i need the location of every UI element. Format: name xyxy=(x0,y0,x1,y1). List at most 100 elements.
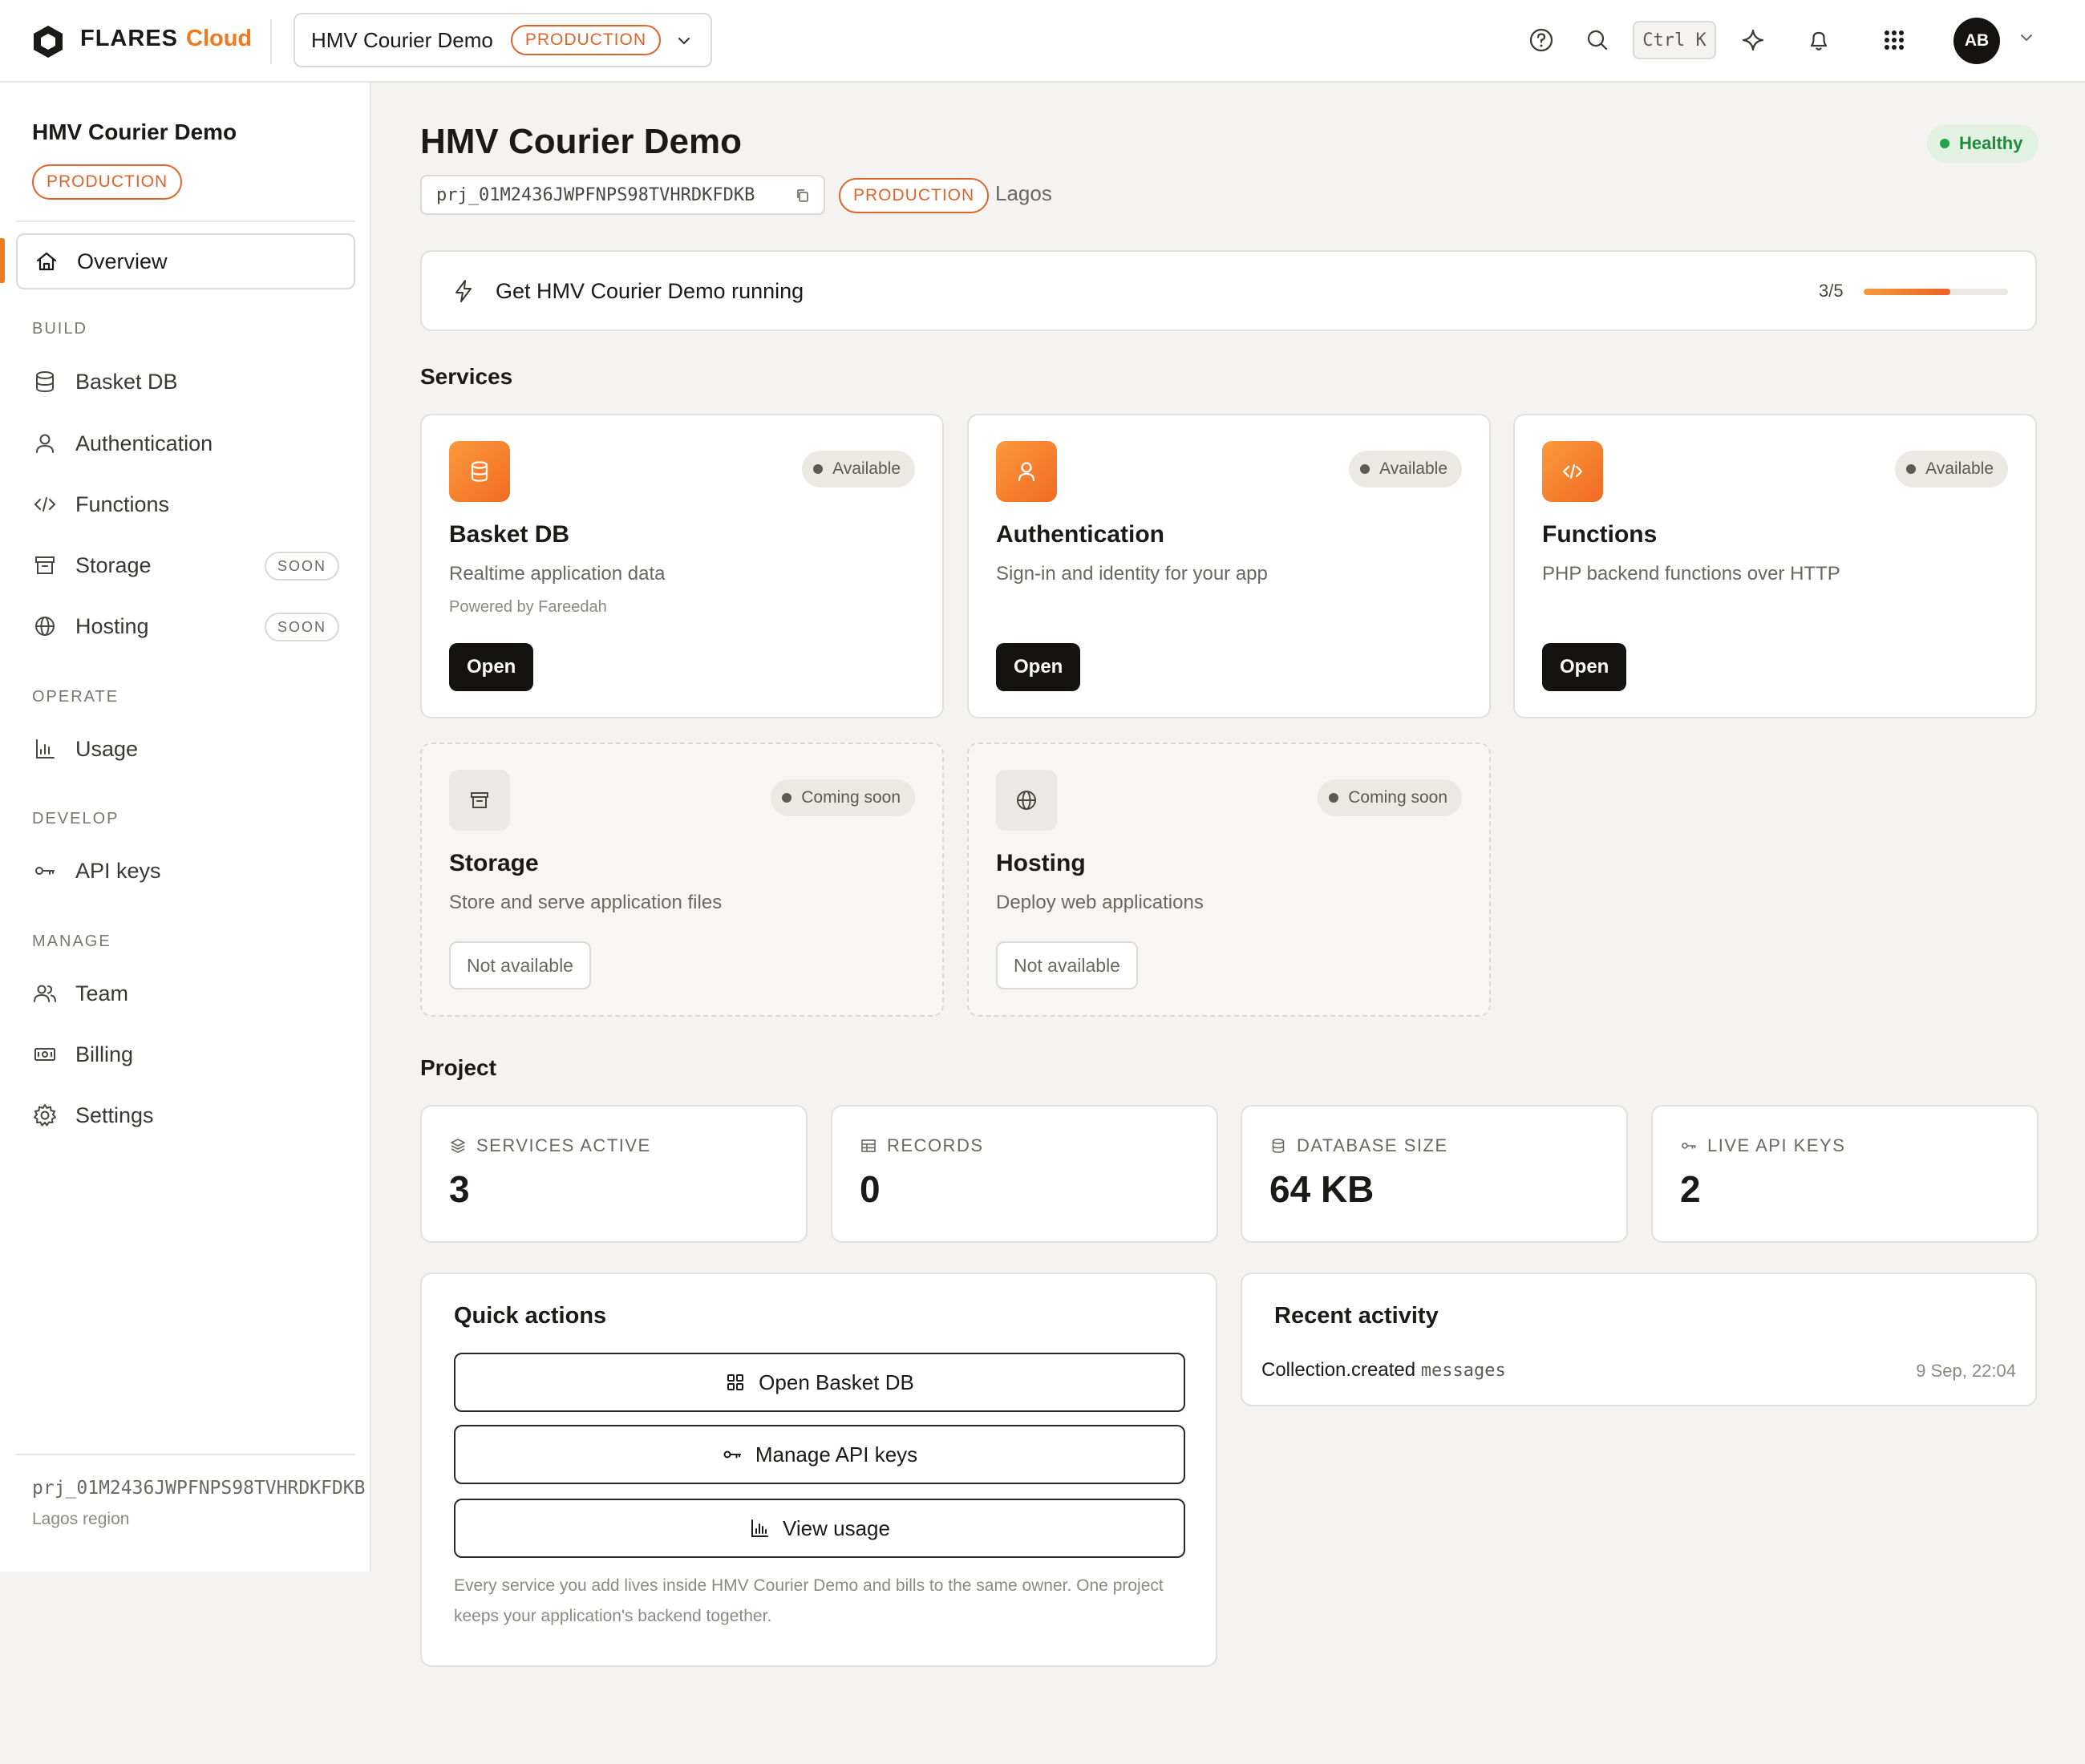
sidebar-item-hosting[interactable]: Hosting SOON xyxy=(16,598,355,654)
sidebar-item-api-keys[interactable]: API keys xyxy=(16,843,355,899)
bar-chart-icon xyxy=(751,1519,769,1537)
sidebar-divider xyxy=(16,220,355,222)
activity-timestamp: 9 Sep, 22:04 xyxy=(1916,1361,2016,1381)
service-name: Authentication xyxy=(996,521,1164,548)
activity-target: messages xyxy=(1420,1361,1506,1381)
database-icon xyxy=(1272,1139,1285,1153)
sidebar-item-label: Usage xyxy=(75,736,139,761)
chevron-down-icon xyxy=(678,37,690,45)
globe-icon xyxy=(1017,791,1036,810)
onboarding-banner[interactable]: Get HMV Courier Demo running 3/5 xyxy=(420,250,2037,331)
archive-icon xyxy=(35,556,55,574)
sidebar-region: Lagos region xyxy=(32,1510,130,1528)
sidebar-footer-divider xyxy=(16,1454,355,1455)
sidebar-item-basket-db[interactable]: Basket DB xyxy=(16,354,355,410)
status-dot xyxy=(1360,464,1370,474)
open-basket-db-button[interactable]: Open xyxy=(449,643,534,691)
status-label: Available xyxy=(1379,459,1447,478)
flares-logo-icon[interactable] xyxy=(30,24,66,59)
sidebar: HMV Courier Demo PRODUCTION Overview BUI… xyxy=(0,83,371,1572)
help-icon[interactable] xyxy=(1527,26,1556,55)
sidebar-section-build: BUILD xyxy=(32,320,87,338)
layers-icon xyxy=(451,1139,465,1153)
status-badge: Coming soon xyxy=(771,779,915,816)
stat-value: 64 KB xyxy=(1269,1168,1374,1210)
project-id-chip[interactable]: prj_01M2436JWPFNPS98TVHRDKFDKB xyxy=(420,175,825,215)
active-indicator xyxy=(0,238,5,283)
bell-icon[interactable] xyxy=(1804,26,1833,55)
activity-item[interactable]: Collection.created messages xyxy=(1261,1359,1506,1382)
service-description: Realtime application data xyxy=(449,563,666,585)
table-icon xyxy=(861,1139,876,1152)
not-available-button: Not available xyxy=(449,941,591,989)
stat-value: 3 xyxy=(449,1168,470,1210)
sidebar-item-label: Team xyxy=(75,981,129,1005)
quick-actions-panel: Quick actions Open Basket DB Manage API … xyxy=(420,1272,1217,1667)
health-dot xyxy=(1940,139,1949,148)
chevron-down-icon[interactable] xyxy=(2018,29,2035,47)
avatar[interactable]: AB xyxy=(1953,18,2000,64)
sidebar-item-storage[interactable]: Storage SOON xyxy=(16,537,355,593)
database-icon xyxy=(36,371,54,393)
status-dot xyxy=(813,464,824,474)
service-description: PHP backend functions over HTTP xyxy=(1542,563,1840,585)
sidebar-item-label: Overview xyxy=(77,249,168,273)
stat-label: LIVE API KEYS xyxy=(1680,1135,1845,1156)
service-icon xyxy=(449,770,510,831)
sidebar-item-functions[interactable]: Functions xyxy=(16,476,355,532)
view-usage-action[interactable]: View usage xyxy=(454,1499,1185,1558)
sparkle-icon[interactable] xyxy=(1739,26,1767,55)
command-shortcut[interactable]: Ctrl K xyxy=(1633,21,1716,59)
service-name: Storage xyxy=(449,850,539,876)
user-icon xyxy=(36,434,54,453)
manage-api-keys-action[interactable]: Manage API keys xyxy=(454,1425,1185,1484)
sidebar-item-authentication[interactable]: Authentication xyxy=(16,415,355,471)
project-switcher[interactable]: HMV Courier Demo PRODUCTION xyxy=(294,13,712,67)
code-icon xyxy=(1562,463,1583,479)
service-card-hosting: Coming soon Hosting Deploy web applicati… xyxy=(967,742,1491,1017)
activity-event: Collection.created xyxy=(1261,1359,1416,1381)
team-icon xyxy=(34,985,56,1002)
environment-badge: PRODUCTION xyxy=(510,25,661,55)
sidebar-item-team[interactable]: Team xyxy=(16,965,355,1022)
not-available-button: Not available xyxy=(996,941,1138,989)
service-name: Basket DB xyxy=(449,521,570,548)
environment-badge: PRODUCTION xyxy=(839,178,990,213)
service-icon xyxy=(996,770,1057,831)
database-icon xyxy=(471,461,488,482)
search-icon[interactable] xyxy=(1583,26,1612,55)
soon-badge: SOON xyxy=(264,613,339,641)
stat-label-text: DATABASE SIZE xyxy=(1297,1135,1448,1155)
open-basket-db-action[interactable]: Open Basket DB xyxy=(454,1353,1185,1412)
health-badge: Healthy xyxy=(1927,124,2039,163)
stat-value: 0 xyxy=(860,1168,881,1210)
sidebar-item-billing[interactable]: Billing xyxy=(16,1026,355,1082)
key-icon xyxy=(1682,1143,1696,1149)
sidebar-section-operate: OPERATE xyxy=(32,688,119,706)
top-bar: FLARES Cloud HMV Courier Demo PRODUCTION… xyxy=(0,0,2085,83)
apps-grid-icon[interactable] xyxy=(1880,26,1909,55)
onboarding-label: Get HMV Courier Demo running xyxy=(496,279,804,303)
action-label: Open Basket DB xyxy=(759,1370,914,1394)
sidebar-item-overview[interactable]: Overview xyxy=(16,233,355,289)
project-heading: Project xyxy=(420,1055,496,1080)
status-badge: Coming soon xyxy=(1318,779,1462,816)
sidebar-section-develop: DEVELOP xyxy=(32,810,119,827)
sidebar-item-settings[interactable]: Settings xyxy=(16,1087,355,1143)
open-authentication-button[interactable]: Open xyxy=(996,643,1081,691)
sidebar-item-usage[interactable]: Usage xyxy=(16,721,355,777)
recent-activity-title: Recent activity xyxy=(1274,1303,1439,1329)
globe-icon xyxy=(35,617,55,636)
service-card-functions: Available Functions PHP backend function… xyxy=(1513,414,2037,718)
recent-activity-panel: Recent activity Collection.created messa… xyxy=(1241,1272,2037,1406)
sidebar-item-label: Storage xyxy=(75,552,152,577)
sidebar-item-label: Functions xyxy=(75,492,170,516)
open-functions-button[interactable]: Open xyxy=(1542,643,1627,691)
stat-label-text: RECORDS xyxy=(887,1135,984,1155)
health-label: Healthy xyxy=(1959,133,2023,153)
quick-actions-note: Every service you add lives inside HMV C… xyxy=(454,1576,1164,1625)
copy-icon[interactable] xyxy=(795,188,811,204)
service-icon xyxy=(996,441,1057,502)
sidebar-item-label: Authentication xyxy=(75,431,213,455)
brand-name: FLARES xyxy=(80,26,178,51)
